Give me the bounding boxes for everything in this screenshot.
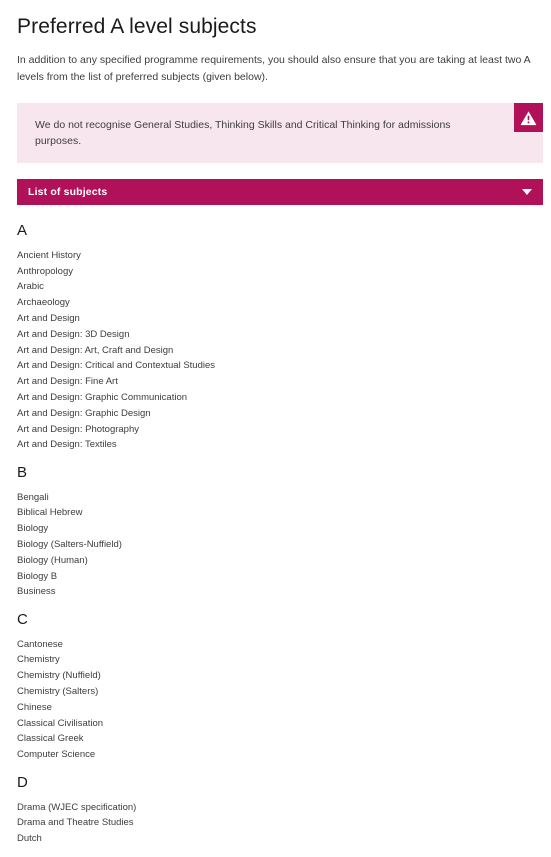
chevron-down-icon[interactable]	[522, 189, 532, 196]
warning-icon-container	[514, 103, 543, 133]
list-item: Archaeology	[17, 297, 70, 309]
list-of-subjects-accordion-header[interactable]: List of subjects	[17, 179, 543, 206]
list-item: Cantonese	[17, 638, 63, 650]
subject-list: Cantonese Chemistry Chemistry (Nuffield)…	[17, 637, 551, 763]
group-letter: C	[17, 611, 28, 629]
list-item: Biology B	[17, 570, 58, 582]
group-letter: B	[17, 464, 28, 482]
subject-group-b: B Bengali Biblical Hebrew Biology Biolog…	[0, 453, 551, 600]
list-item: Biology	[17, 523, 49, 535]
list-item: Dutch	[17, 833, 42, 845]
warning-banner-text: We do not recognise General Studies, Thi…	[35, 119, 451, 148]
subject-groups: A Ancient History Anthropology Arabic Ar…	[0, 205, 551, 847]
list-item: Art and Design: Graphic Communication	[17, 391, 188, 403]
list-item: Biology (Human)	[17, 554, 88, 566]
list-item: Classical Civilisation	[17, 717, 104, 729]
subject-group-a: A Ancient History Anthropology Arabic Ar…	[0, 211, 551, 453]
list-item: Bengali	[17, 491, 49, 503]
list-item: Computer Science	[17, 749, 96, 761]
list-item: Art and Design	[17, 312, 80, 324]
list-item: Drama and Theatre Studies	[17, 817, 134, 829]
list-item: Chinese	[17, 701, 52, 713]
preferred-a-level-subjects-page: Preferred A level subjects In addition t…	[0, 0, 551, 847]
list-item: Drama (WJEC specification)	[17, 801, 137, 813]
subject-list: Bengali Biblical Hebrew Biology Biology …	[17, 490, 551, 601]
subject-group-d: D Drama (WJEC specification) Drama and T…	[0, 763, 551, 847]
intro-paragraph: In addition to any specified programme r…	[17, 54, 531, 83]
list-item: Art and Design: Fine Art	[17, 376, 118, 388]
list-item: Art and Design: Textiles	[17, 439, 117, 451]
list-item: Art and Design: Art, Craft and Design	[17, 344, 174, 356]
list-item: Art and Design: Graphic Design	[17, 407, 151, 419]
page-title: Preferred A level subjects	[17, 15, 257, 38]
list-item: Chemistry (Nuffield)	[17, 670, 101, 682]
list-item: Chemistry	[17, 654, 60, 666]
accordion-label: List of subjects	[28, 186, 108, 199]
list-item: Anthropology	[17, 265, 73, 277]
list-item: Chemistry (Salters)	[17, 686, 99, 698]
list-item: Biology (Salters-Nuffield)	[17, 539, 122, 550]
list-item: Art and Design: 3D Design	[17, 328, 130, 340]
list-item: Classical Greek	[17, 733, 84, 745]
list-item: Business	[17, 586, 56, 598]
list-item: Art and Design: Critical and Contextual …	[17, 360, 216, 372]
list-item: Arabic	[17, 281, 44, 293]
warning-banner: We do not recognise General Studies, Thi…	[17, 103, 543, 164]
list-item: Biblical Hebrew	[17, 507, 83, 519]
subject-list: Drama (WJEC specification) Drama and The…	[17, 800, 551, 847]
subject-group-c: C Cantonese Chemistry Chemistry (Nuffiel…	[0, 600, 551, 763]
subject-list: Ancient History Anthropology Arabic Arch…	[17, 248, 551, 453]
page-header: Preferred A level subjects In addition t…	[0, 0, 551, 85]
group-letter: A	[17, 222, 28, 240]
list-item: Ancient History	[17, 249, 81, 261]
group-letter: D	[17, 774, 28, 792]
warning-triangle-icon	[520, 110, 537, 126]
list-item: Art and Design: Photography	[17, 423, 139, 435]
